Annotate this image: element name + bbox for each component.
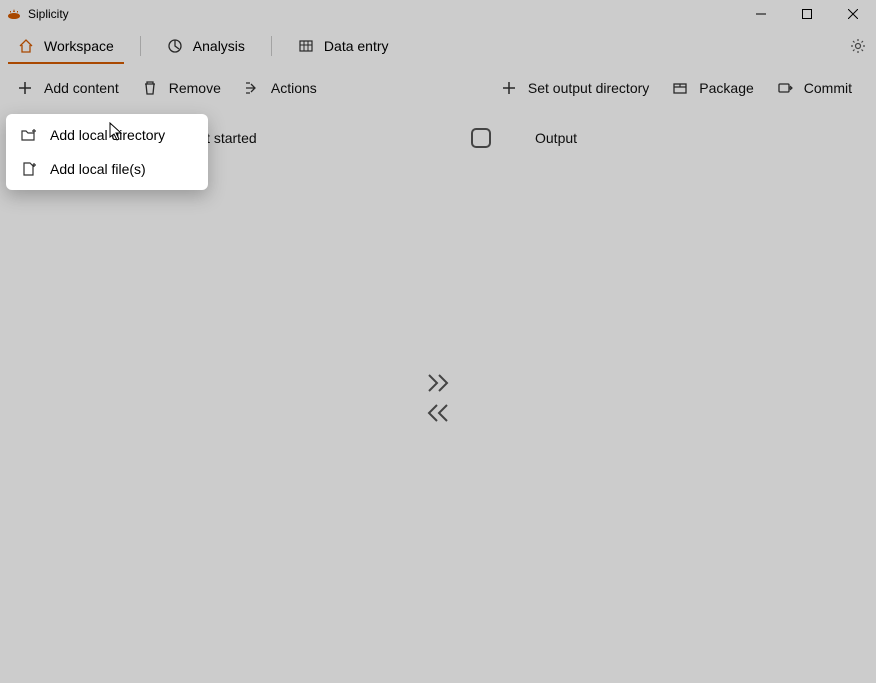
data-entry-icon — [298, 38, 314, 54]
title-bar: Siplicity — [0, 0, 876, 28]
app-title: Siplicity — [28, 7, 69, 21]
pane-title: Output — [535, 130, 577, 146]
set-output-button[interactable]: Set output directory — [492, 73, 657, 103]
actions-icon — [243, 79, 261, 97]
move-left-button[interactable] — [425, 402, 451, 424]
pane-header: Output — [471, 124, 860, 152]
tab-bar: Workspace Analysis Data entry — [0, 28, 876, 64]
gear-icon — [850, 38, 866, 54]
menu-label: Add local directory — [50, 127, 165, 143]
maximize-button[interactable] — [784, 0, 830, 28]
minimize-button[interactable] — [738, 0, 784, 28]
button-label: Actions — [271, 80, 317, 96]
tab-data-entry[interactable]: Data entry — [280, 28, 407, 64]
trash-icon — [141, 79, 159, 97]
splitter — [421, 112, 455, 683]
plus-icon — [500, 79, 518, 97]
tab-label: Analysis — [193, 38, 245, 54]
close-button[interactable] — [830, 0, 876, 28]
button-label: Set output directory — [528, 80, 649, 96]
toolbar-left: Add content Remove Actions — [8, 73, 325, 103]
output-pane: Output — [455, 112, 876, 683]
actions-button[interactable]: Actions — [235, 73, 325, 103]
toolbar-right: Set output directory Package Commit — [492, 73, 868, 103]
main-split: Drop files here to get started Output — [0, 112, 876, 683]
tab-analysis[interactable]: Analysis — [149, 28, 263, 64]
package-icon — [671, 79, 689, 97]
add-content-button[interactable]: Add content — [8, 73, 127, 103]
commit-icon — [776, 79, 794, 97]
analysis-icon — [167, 38, 183, 54]
package-button[interactable]: Package — [663, 73, 761, 103]
button-label: Commit — [804, 80, 852, 96]
tab-label: Data entry — [324, 38, 389, 54]
select-all-checkbox[interactable] — [471, 128, 491, 148]
toolbar: Add content Remove Actions Set output di… — [0, 64, 876, 112]
chevron-double-left-icon — [425, 402, 451, 424]
menu-add-local-files[interactable]: Add local file(s) — [6, 152, 208, 186]
remove-button[interactable]: Remove — [133, 73, 229, 103]
tab-separator — [140, 36, 141, 56]
app-icon — [6, 6, 22, 22]
file-add-icon — [20, 160, 38, 178]
plus-icon — [16, 79, 34, 97]
tab-workspace[interactable]: Workspace — [0, 28, 132, 64]
folder-add-icon — [20, 126, 38, 144]
chevron-double-right-icon — [425, 372, 451, 394]
menu-label: Add local file(s) — [50, 161, 146, 177]
button-label: Package — [699, 80, 753, 96]
button-label: Remove — [169, 80, 221, 96]
add-content-menu: Add local directory Add local file(s) — [6, 114, 208, 190]
input-pane: Drop files here to get started — [0, 112, 421, 683]
commit-button[interactable]: Commit — [768, 73, 860, 103]
tab-label: Workspace — [44, 38, 114, 54]
tab-separator — [271, 36, 272, 56]
home-icon — [18, 38, 34, 54]
button-label: Add content — [44, 80, 119, 96]
settings-button[interactable] — [850, 28, 866, 64]
menu-add-local-directory[interactable]: Add local directory — [6, 118, 208, 152]
move-right-button[interactable] — [425, 372, 451, 394]
window-controls — [738, 0, 876, 28]
